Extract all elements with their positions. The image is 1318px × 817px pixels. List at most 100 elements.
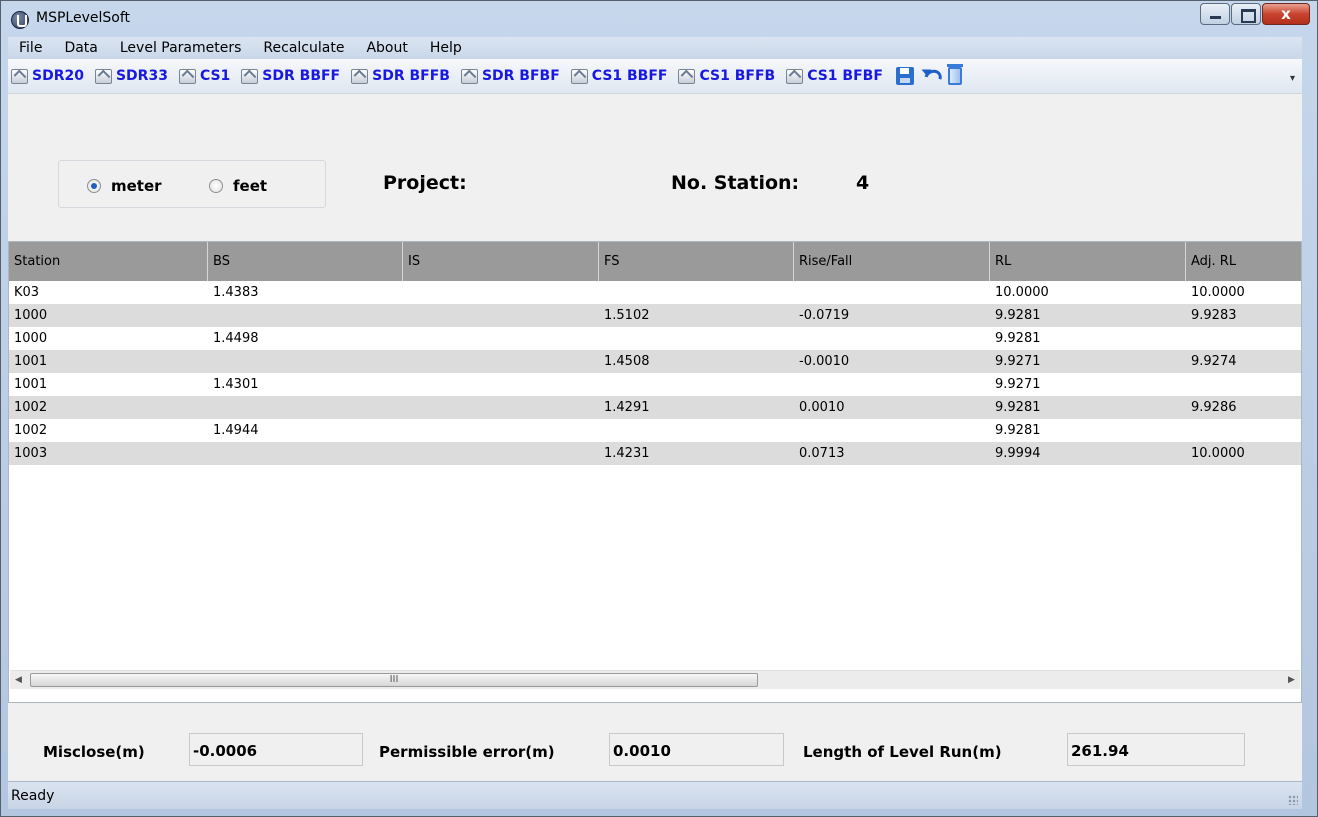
horizontal-scrollbar[interactable]: ◀ III ▶ bbox=[10, 670, 1300, 689]
cell-bs[interactable]: 1.4301 bbox=[208, 373, 403, 396]
cell-rl[interactable]: 9.9994 bbox=[990, 442, 1186, 465]
table-row[interactable]: 1000 1.5102 -0.0719 9.9281 9.9283 bbox=[9, 304, 1301, 327]
cell-is[interactable] bbox=[403, 350, 599, 373]
import-cs1-bbff-button[interactable]: CS1 BBFF bbox=[570, 68, 667, 84]
undo-icon[interactable] bbox=[920, 67, 940, 85]
cell-bs[interactable] bbox=[208, 396, 403, 419]
menu-about[interactable]: About bbox=[355, 40, 418, 56]
column-header-adj-rl[interactable]: Adj. RL bbox=[1186, 242, 1301, 281]
cell-rl[interactable]: 10.0000 bbox=[990, 281, 1186, 304]
table-row[interactable]: 1003 1.4231 0.0713 9.9994 10.0000 bbox=[9, 442, 1301, 465]
menu-recalculate[interactable]: Recalculate bbox=[252, 40, 355, 56]
import-sdr-bbff-button[interactable]: SDR BBFF bbox=[241, 68, 340, 84]
import-sdr20-button[interactable]: SDR20 bbox=[11, 68, 84, 84]
table-row[interactable]: 1002 1.4291 0.0010 9.9281 9.9286 bbox=[9, 396, 1301, 419]
cell-fs[interactable] bbox=[599, 373, 794, 396]
unit-feet-option[interactable]: feet bbox=[209, 177, 267, 195]
cell-bs[interactable] bbox=[208, 304, 403, 327]
cell-is[interactable] bbox=[403, 442, 599, 465]
delete-icon[interactable] bbox=[946, 64, 963, 85]
unit-meter-option[interactable]: meter bbox=[87, 177, 162, 195]
cell-station[interactable]: 1002 bbox=[9, 419, 208, 442]
scroll-thumb[interactable]: III bbox=[30, 673, 758, 687]
cell-station[interactable]: K03 bbox=[9, 281, 208, 304]
resize-grip-icon[interactable] bbox=[1288, 795, 1298, 805]
cell-bs[interactable]: 1.4944 bbox=[208, 419, 403, 442]
cell-is[interactable] bbox=[403, 327, 599, 350]
cell-rise-fall[interactable] bbox=[794, 327, 990, 350]
import-cs1-bffb-button[interactable]: CS1 BFFB bbox=[678, 68, 775, 84]
menu-help[interactable]: Help bbox=[419, 40, 473, 56]
cell-rl[interactable]: 9.9271 bbox=[990, 373, 1186, 396]
cell-station[interactable]: 1003 bbox=[9, 442, 208, 465]
cell-is[interactable] bbox=[403, 304, 599, 327]
import-sdr-bfbf-button[interactable]: SDR BFBF bbox=[460, 68, 560, 84]
cell-is[interactable] bbox=[403, 373, 599, 396]
menu-file[interactable]: File bbox=[8, 40, 53, 56]
cell-adj-rl[interactable]: 9.9283 bbox=[1186, 304, 1301, 327]
cell-adj-rl[interactable]: 9.9274 bbox=[1186, 350, 1301, 373]
menu-data[interactable]: Data bbox=[53, 40, 108, 56]
cell-fs[interactable]: 1.5102 bbox=[599, 304, 794, 327]
save-icon[interactable] bbox=[895, 67, 914, 85]
cell-rise-fall[interactable]: 0.0713 bbox=[794, 442, 990, 465]
column-header-bs[interactable]: BS bbox=[208, 242, 403, 281]
cell-is[interactable] bbox=[403, 396, 599, 419]
close-button[interactable]: x bbox=[1262, 3, 1310, 25]
cell-station[interactable]: 1001 bbox=[9, 350, 208, 373]
cell-is[interactable] bbox=[403, 419, 599, 442]
cell-adj-rl[interactable] bbox=[1186, 419, 1301, 442]
cell-rl[interactable]: 9.9281 bbox=[990, 327, 1186, 350]
level-data-grid[interactable]: Station BS IS FS Rise/Fall RL Adj. RL K0… bbox=[8, 241, 1302, 703]
cell-adj-rl[interactable] bbox=[1186, 373, 1301, 396]
cell-rise-fall[interactable] bbox=[794, 281, 990, 304]
meter-radio[interactable] bbox=[87, 179, 101, 193]
maximize-button[interactable] bbox=[1231, 3, 1261, 25]
column-header-is[interactable]: IS bbox=[403, 242, 599, 281]
cell-station[interactable]: 1000 bbox=[9, 304, 208, 327]
cell-fs[interactable] bbox=[599, 419, 794, 442]
cell-station[interactable]: 1001 bbox=[9, 373, 208, 396]
table-row[interactable]: K03 1.4383 10.0000 10.0000 bbox=[9, 281, 1301, 304]
feet-radio[interactable] bbox=[209, 179, 223, 193]
cell-rl[interactable]: 9.9281 bbox=[990, 419, 1186, 442]
cell-bs[interactable]: 1.4498 bbox=[208, 327, 403, 350]
cell-rise-fall[interactable]: -0.0010 bbox=[794, 350, 990, 373]
table-row[interactable]: 1001 1.4508 -0.0010 9.9271 9.9274 bbox=[9, 350, 1301, 373]
menu-level-parameters[interactable]: Level Parameters bbox=[109, 40, 253, 56]
column-header-station[interactable]: Station bbox=[9, 242, 208, 281]
cell-station[interactable]: 1000 bbox=[9, 327, 208, 350]
cell-rl[interactable]: 9.9281 bbox=[990, 396, 1186, 419]
table-row[interactable]: 1002 1.4944 9.9281 bbox=[9, 419, 1301, 442]
cell-adj-rl[interactable] bbox=[1186, 327, 1301, 350]
cell-fs[interactable] bbox=[599, 327, 794, 350]
cell-rl[interactable]: 9.9281 bbox=[990, 304, 1186, 327]
title-bar[interactable]: MSPLevelSoft x bbox=[1, 1, 1317, 37]
scroll-left-icon[interactable]: ◀ bbox=[10, 671, 27, 689]
scroll-right-icon[interactable]: ▶ bbox=[1283, 671, 1300, 689]
cell-station[interactable]: 1002 bbox=[9, 396, 208, 419]
import-sdr33-button[interactable]: SDR33 bbox=[94, 68, 168, 84]
cell-bs[interactable] bbox=[208, 442, 403, 465]
cell-rl[interactable]: 9.9271 bbox=[990, 350, 1186, 373]
cell-rise-fall[interactable]: 0.0010 bbox=[794, 396, 990, 419]
minimize-button[interactable] bbox=[1200, 3, 1230, 25]
cell-rise-fall[interactable]: -0.0719 bbox=[794, 304, 990, 327]
toolbar-overflow-icon[interactable]: ▾ bbox=[1290, 73, 1298, 85]
cell-adj-rl[interactable]: 10.0000 bbox=[1186, 281, 1301, 304]
cell-fs[interactable]: 1.4231 bbox=[599, 442, 794, 465]
import-cs1-button[interactable]: CS1 bbox=[178, 68, 230, 84]
cell-adj-rl[interactable]: 9.9286 bbox=[1186, 396, 1301, 419]
column-header-rl[interactable]: RL bbox=[990, 242, 1186, 281]
cell-rise-fall[interactable] bbox=[794, 373, 990, 396]
cell-is[interactable] bbox=[403, 281, 599, 304]
cell-fs[interactable]: 1.4508 bbox=[599, 350, 794, 373]
cell-adj-rl[interactable]: 10.0000 bbox=[1186, 442, 1301, 465]
column-header-rise-fall[interactable]: Rise/Fall bbox=[794, 242, 990, 281]
column-header-fs[interactable]: FS bbox=[599, 242, 794, 281]
import-sdr-bffb-button[interactable]: SDR BFFB bbox=[351, 68, 450, 84]
table-row[interactable]: 1000 1.4498 9.9281 bbox=[9, 327, 1301, 350]
cell-rise-fall[interactable] bbox=[794, 419, 990, 442]
cell-fs[interactable] bbox=[599, 281, 794, 304]
cell-fs[interactable]: 1.4291 bbox=[599, 396, 794, 419]
